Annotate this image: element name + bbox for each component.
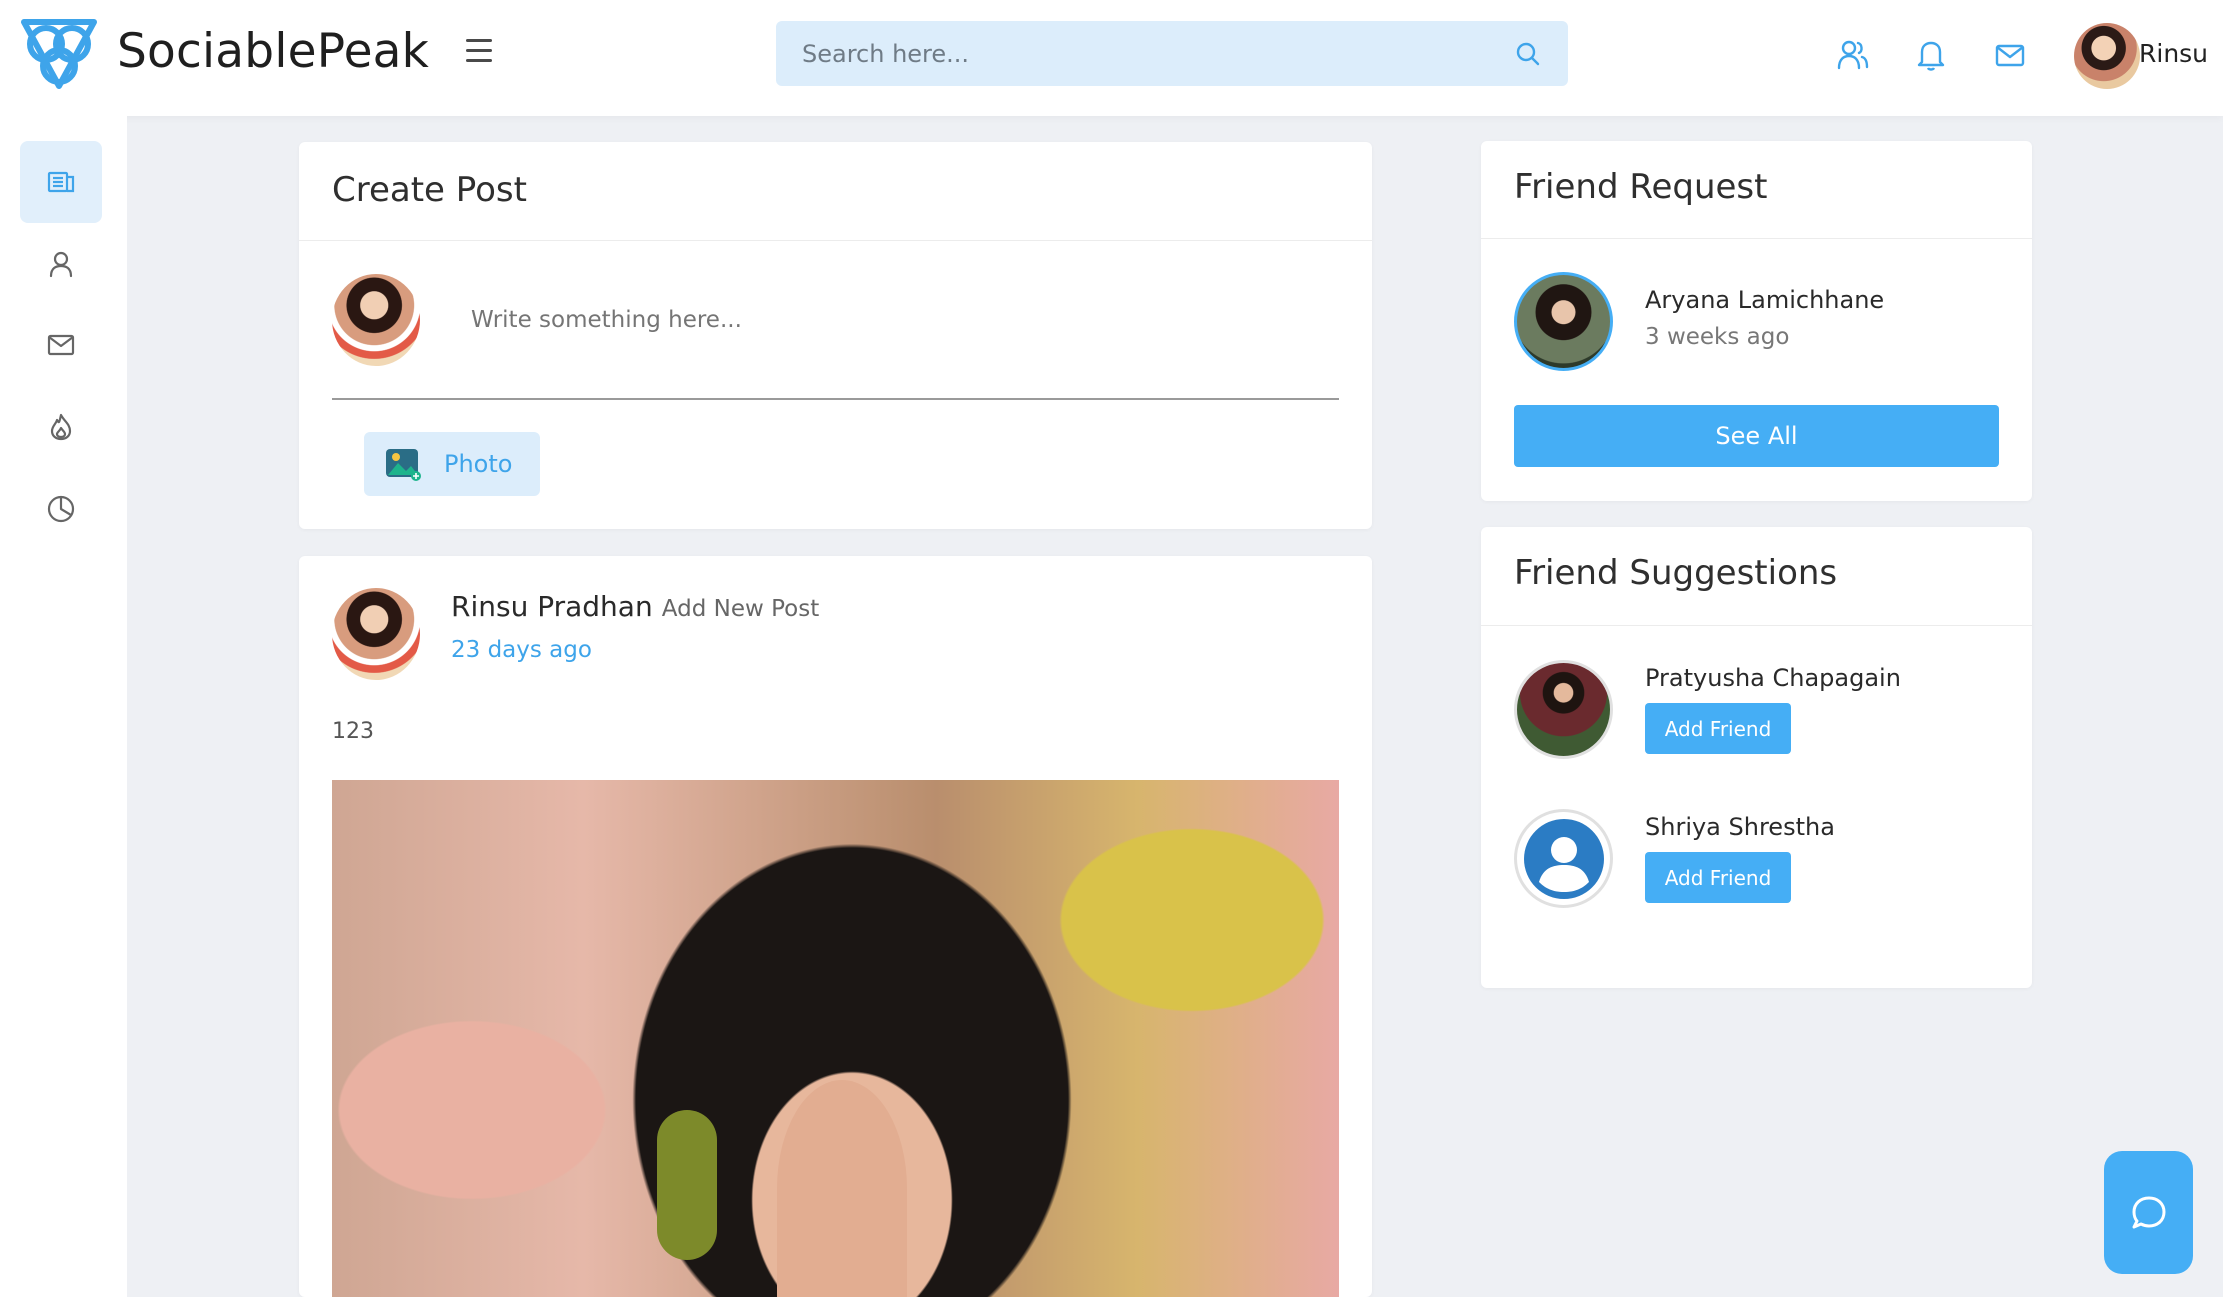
friend-request-title: Friend Request: [1514, 167, 1768, 207]
default-user-icon: [1523, 818, 1604, 899]
post-composer-input[interactable]: [455, 292, 1305, 348]
user-icon: [49, 251, 73, 278]
card-divider: [1481, 625, 2032, 626]
friend-suggestions-title: Friend Suggestions: [1514, 553, 1838, 593]
friends-icon[interactable]: [1836, 38, 1870, 72]
top-header: SociablePeak Rinsu: [0, 0, 2223, 116]
post-author-name[interactable]: Rinsu Pradhan: [451, 590, 653, 623]
suggestion-name[interactable]: Shriya Shrestha: [1645, 813, 1835, 841]
friend-request-card: Friend Request Aryana Lamichhane 3 weeks…: [1481, 141, 2032, 501]
search-bar: [776, 21, 1568, 86]
suggestion-avatar[interactable]: [1514, 660, 1613, 759]
newsfeed-icon: [47, 171, 75, 193]
sidebar-item-profile[interactable]: [20, 223, 102, 305]
friend-suggestions-card: Friend Suggestions Pratyusha Chapagain A…: [1481, 527, 2032, 988]
post-header: Rinsu Pradhan Add New Post: [451, 590, 819, 623]
post-image[interactable]: [332, 780, 1339, 1297]
sidebar-item-analytics[interactable]: [20, 468, 102, 550]
add-friend-button[interactable]: Add Friend: [1645, 703, 1791, 754]
bell-icon[interactable]: [1914, 38, 1948, 72]
sociablepeak-logo-icon[interactable]: [18, 16, 100, 92]
card-divider: [1481, 238, 2032, 239]
see-all-button[interactable]: See All: [1514, 405, 1999, 467]
sidebar-item-newsfeed[interactable]: [20, 141, 102, 223]
mail-icon: [47, 334, 75, 356]
chat-bubble-icon: [2132, 1196, 2165, 1228]
suggestion-avatar[interactable]: [1514, 809, 1613, 908]
post-author-avatar[interactable]: [332, 588, 420, 680]
post-text: 123: [332, 719, 374, 744]
requester-name[interactable]: Aryana Lamichhane: [1645, 286, 1884, 314]
suggestion-name[interactable]: Pratyusha Chapagain: [1645, 664, 1901, 692]
post-action-text: Add New Post: [661, 596, 820, 622]
user-name[interactable]: Rinsu: [2139, 39, 2208, 68]
sidebar-item-messages[interactable]: [20, 304, 102, 386]
search-icon[interactable]: [1514, 40, 1542, 68]
add-friend-button[interactable]: Add Friend: [1645, 852, 1791, 903]
add-photo-label: Photo: [444, 450, 513, 478]
fire-icon: [50, 413, 72, 441]
post-image-face: [777, 1080, 907, 1297]
brand-name[interactable]: SociablePeak: [117, 24, 429, 79]
requester-avatar[interactable]: [1514, 272, 1613, 371]
add-photo-button[interactable]: Photo: [364, 432, 540, 496]
photo-icon: [386, 449, 421, 481]
chat-button[interactable]: [2104, 1151, 2193, 1274]
card-divider: [299, 240, 1372, 241]
mail-icon[interactable]: [1993, 38, 2027, 72]
pie-chart-icon: [47, 495, 75, 523]
left-sidebar: [0, 116, 127, 1297]
menu-toggle-icon[interactable]: [463, 39, 495, 67]
search-input[interactable]: [776, 21, 1496, 86]
composer-underline: [332, 398, 1339, 400]
sidebar-item-trending[interactable]: [20, 386, 102, 468]
create-post-title: Create Post: [332, 170, 527, 210]
post-image-earring: [657, 1110, 717, 1260]
request-time: 3 weeks ago: [1645, 324, 1790, 350]
user-avatar[interactable]: [2074, 23, 2140, 89]
post-timestamp: 23 days ago: [451, 637, 592, 663]
composer-avatar: [332, 274, 420, 366]
